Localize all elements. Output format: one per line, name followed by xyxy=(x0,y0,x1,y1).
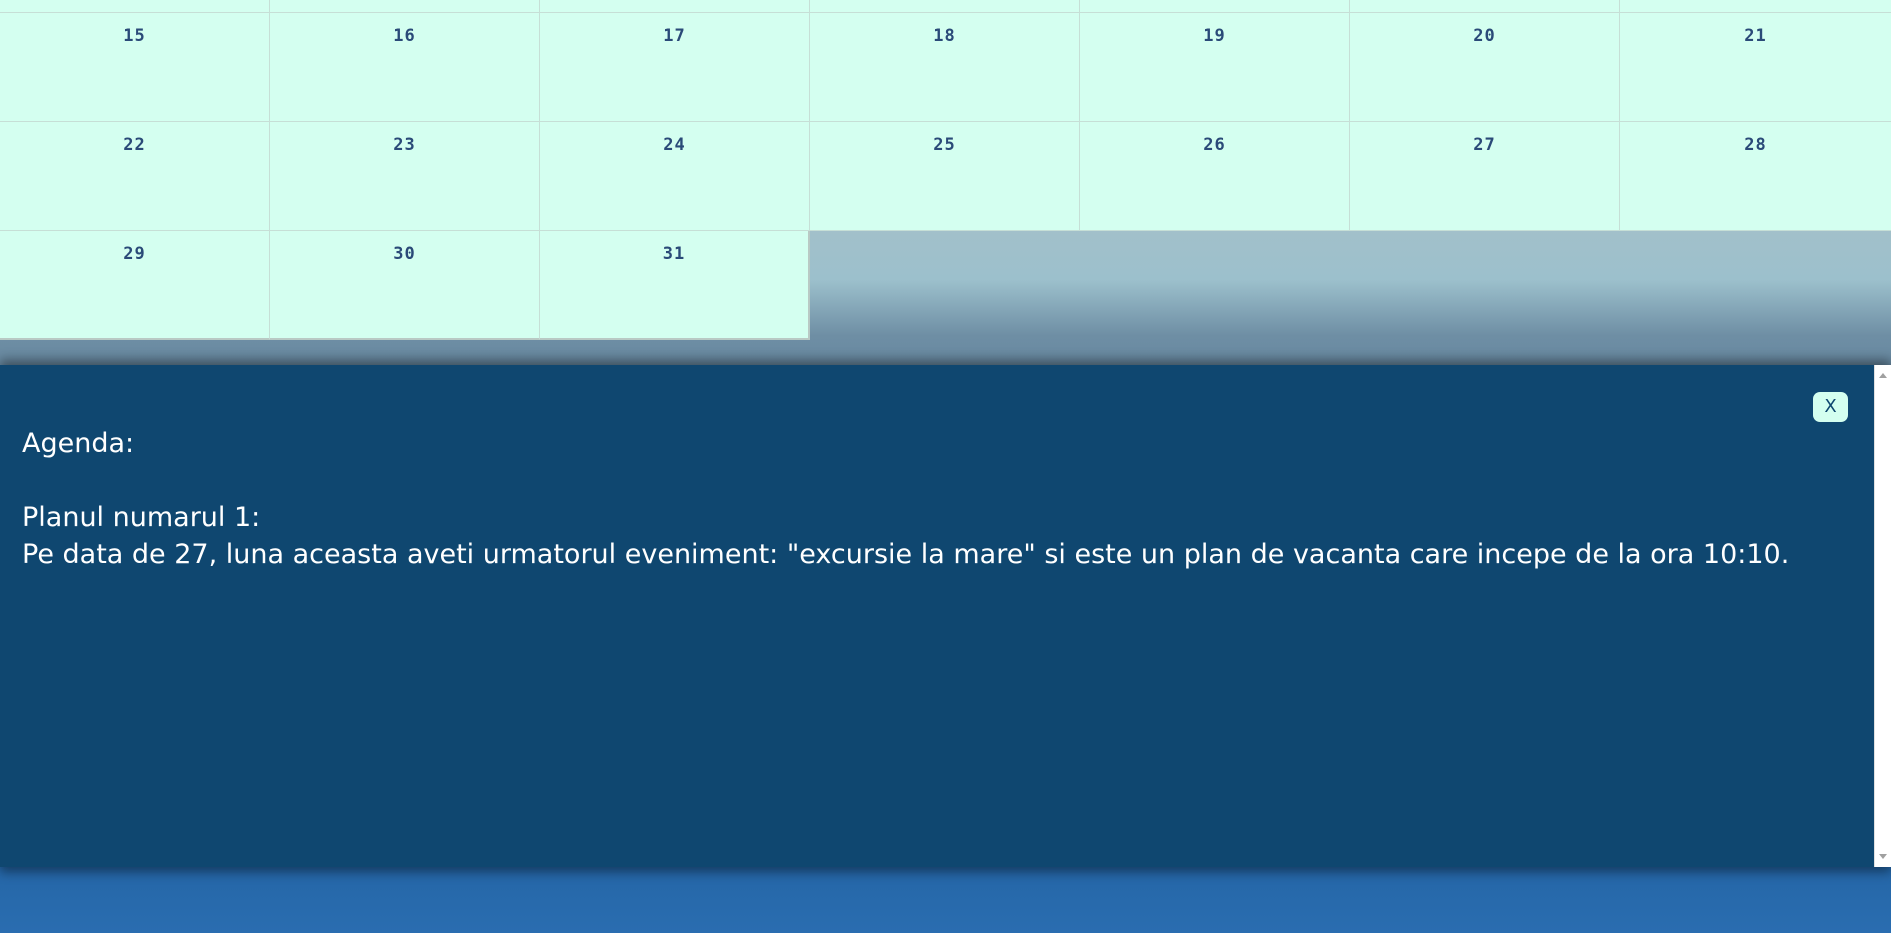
calendar-day-18[interactable]: 18 xyxy=(810,13,1080,122)
plan-heading: Planul numarul 1: xyxy=(22,502,261,533)
calendar-week-row: 29 30 31 xyxy=(0,231,1891,340)
plan-text: Pe data de 27, luna aceasta aveti urmato… xyxy=(22,539,1790,570)
calendar-day[interactable] xyxy=(810,0,1080,13)
calendar-day-27[interactable]: 27 xyxy=(1350,122,1620,231)
modal-scrollbar[interactable] xyxy=(1874,365,1891,867)
calendar-day-20[interactable]: 20 xyxy=(1350,13,1620,122)
calendar-day-30[interactable]: 30 xyxy=(270,231,540,340)
calendar-empty-cell xyxy=(810,231,1080,340)
close-button[interactable]: X xyxy=(1813,392,1848,422)
calendar-day[interactable] xyxy=(1350,0,1620,13)
calendar-day-17[interactable]: 17 xyxy=(540,13,810,122)
calendar-empty-cell xyxy=(1080,231,1350,340)
calendar-day-23[interactable]: 23 xyxy=(270,122,540,231)
calendar-week-row: 22 23 24 25 26 27 28 xyxy=(0,122,1891,231)
calendar-day-19[interactable]: 19 xyxy=(1080,13,1350,122)
calendar-week-row xyxy=(0,0,1891,13)
calendar-day-29[interactable]: 29 xyxy=(0,231,270,340)
calendar-day[interactable] xyxy=(540,0,810,13)
calendar-day-21[interactable]: 21 xyxy=(1620,13,1891,122)
agenda-modal: X Agenda: Planul numarul 1: Pe data de 2… xyxy=(0,365,1891,867)
agenda-content: Agenda: Planul numarul 1: Pe data de 27,… xyxy=(22,425,1852,573)
calendar-day-16[interactable]: 16 xyxy=(270,13,540,122)
calendar-day[interactable] xyxy=(1620,0,1891,13)
scroll-up-icon[interactable] xyxy=(1879,373,1887,378)
agenda-title: Agenda: xyxy=(22,428,135,459)
calendar-day-15[interactable]: 15 xyxy=(0,13,270,122)
calendar-day[interactable] xyxy=(270,0,540,13)
calendar-day-22[interactable]: 22 xyxy=(0,122,270,231)
scroll-down-icon[interactable] xyxy=(1879,854,1887,859)
calendar-empty-cell xyxy=(1620,231,1891,340)
calendar-grid: 15 16 17 18 19 20 21 22 23 24 25 26 27 2… xyxy=(0,0,1891,340)
calendar-day-28[interactable]: 28 xyxy=(1620,122,1891,231)
calendar-day-24[interactable]: 24 xyxy=(540,122,810,231)
calendar-empty-cell xyxy=(1350,231,1620,340)
calendar-day[interactable] xyxy=(1080,0,1350,13)
calendar-day-25[interactable]: 25 xyxy=(810,122,1080,231)
calendar-day[interactable] xyxy=(0,0,270,13)
calendar-day-26[interactable]: 26 xyxy=(1080,122,1350,231)
calendar-week-row: 15 16 17 18 19 20 21 xyxy=(0,13,1891,122)
calendar-day-31[interactable]: 31 xyxy=(540,231,810,340)
